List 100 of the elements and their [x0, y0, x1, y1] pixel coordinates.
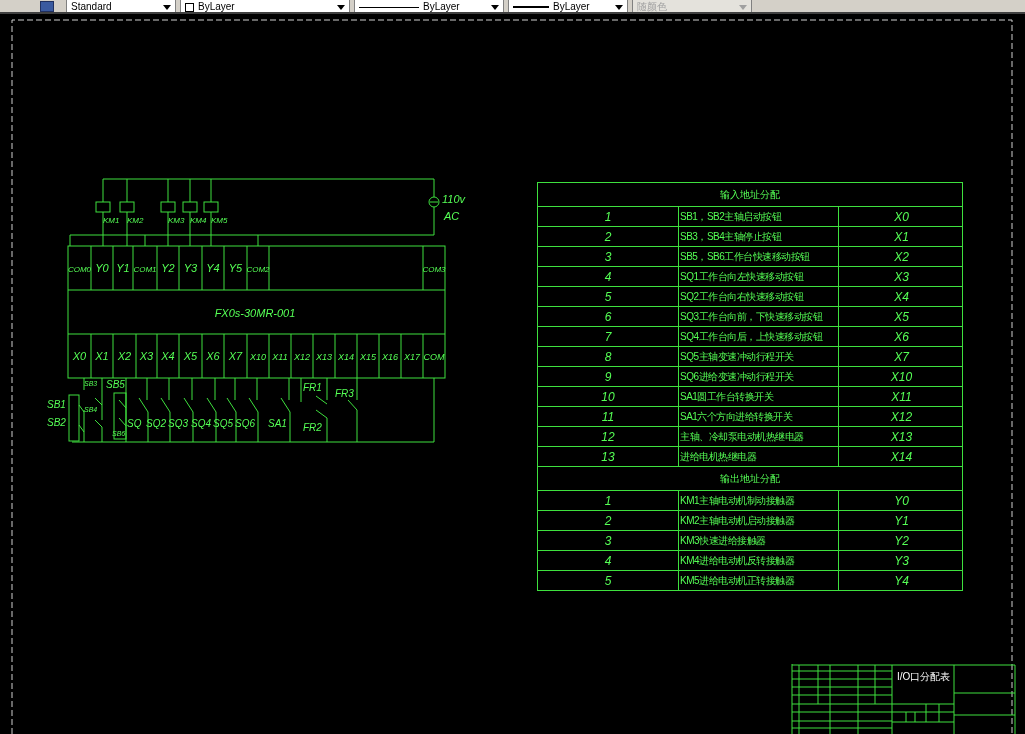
coil-label: KM5: [211, 216, 228, 225]
device-label: FR3: [335, 388, 354, 399]
table-cell: 12: [538, 427, 679, 446]
table-cell-text: X3: [893, 268, 910, 286]
layer-dropdown[interactable]: Standard: [66, 0, 176, 12]
table-cell: 主轴、冷却泵电动机热继电器: [679, 427, 839, 446]
thin-line-icon: [359, 7, 419, 8]
table-cell: KM3快速进给接触器: [679, 531, 839, 550]
terminal-label: X13: [316, 352, 332, 362]
table-cell-text: X6: [893, 328, 910, 346]
terminal-label: X6: [206, 350, 220, 362]
table-cell-text: X1: [893, 228, 910, 246]
terminal-label: X14: [338, 352, 354, 362]
table-cell-text: X13: [889, 428, 914, 446]
device-label: SQ: [127, 418, 142, 429]
table-cell: 2: [538, 511, 679, 530]
layer-dropdown[interactable]: ByLayer: [354, 0, 504, 12]
thick-line-icon: [513, 6, 549, 8]
device-label: SB1: [47, 399, 66, 410]
table-cell: 4: [538, 267, 679, 286]
terminal-label: X16: [382, 352, 398, 362]
table-cell-text: X4: [893, 288, 910, 306]
terminal-label: X15: [360, 352, 376, 362]
table-cell: SB3，SB4主轴停止按钮: [679, 227, 839, 246]
table-cell: 9: [538, 367, 679, 386]
terminal-label: X0: [72, 350, 87, 362]
table-title: 输入地址分配: [538, 183, 962, 207]
terminal-label: Y4: [206, 262, 220, 274]
table-cell-text: X5: [893, 308, 910, 326]
device-label: SQ2: [146, 418, 166, 429]
terminal-label: X12: [294, 352, 310, 362]
coil-label: KM3: [168, 216, 185, 225]
caret-icon: [615, 5, 623, 10]
terminal-label: Y5: [228, 262, 243, 274]
table-cell: 13: [538, 447, 679, 466]
terminal-label: X3: [139, 350, 154, 362]
coil-label: KM2: [127, 216, 144, 225]
device-label: SB5: [106, 379, 125, 390]
terminal-label: X17: [404, 352, 420, 362]
power-voltage-label: 110v: [442, 193, 466, 205]
device-label: FR1: [303, 382, 322, 393]
table-cell: SA1六个方向进给转换开关: [679, 407, 839, 426]
terminal-label: X5: [183, 350, 198, 362]
table-cell-text: Y4: [893, 572, 910, 590]
terminal-label: COM1: [133, 265, 157, 274]
table-cell: 5: [538, 571, 679, 590]
table-cell: 8: [538, 347, 679, 366]
terminal-label: Y3: [183, 262, 198, 274]
table-cell-text: X0: [893, 208, 910, 226]
terminal-label: X2: [117, 350, 132, 362]
table-cell: 4: [538, 551, 679, 570]
table-cell: SQ4工作台向后，上快速移动按钮: [679, 327, 839, 346]
table-cell-text: Y3: [893, 552, 910, 570]
table-cell: 1: [538, 491, 679, 510]
caret-icon: [337, 5, 345, 10]
table-cell: 10: [538, 387, 679, 406]
terminal-label: Y2: [161, 262, 175, 274]
terminal-label: Y1: [116, 262, 130, 274]
text-style-icon[interactable]: [40, 1, 54, 12]
table-cell-text: X12: [889, 408, 914, 426]
device-label: SQ3: [168, 418, 188, 429]
table-cell: SQ3工作台向前，下快速移动按钮: [679, 307, 839, 326]
table-cell: SB5，SB6工作台快速移动按钮: [679, 247, 839, 266]
plc-model-label: FX0s-30MR-001: [214, 307, 296, 319]
device-label: SQ6: [235, 418, 255, 429]
caret-icon: [491, 5, 499, 10]
device-label: SA1: [268, 418, 287, 429]
table-cell: SB1，SB2主轴启动按钮: [679, 207, 839, 226]
table-cell: 11: [538, 407, 679, 426]
table-cell: KM4进给电动机反转接触器: [679, 551, 839, 570]
terminal-label: COM2: [246, 265, 270, 274]
terminal-label: COM: [423, 352, 445, 362]
device-label: SQ4: [191, 418, 211, 429]
layer-dropdown[interactable]: ByLayer: [180, 0, 350, 12]
table-cell-text: X14: [889, 448, 914, 466]
terminal-label: X11: [272, 352, 288, 362]
table-cell-text: X7: [893, 348, 911, 366]
terminal-label: X1: [95, 350, 109, 362]
table-cell-text: Y1: [893, 512, 910, 530]
table-cell: 7: [538, 327, 679, 346]
table-cell: SQ5主轴变速冲动行程开关: [679, 347, 839, 366]
table-cell: SQ1工作台向左快速移动按钮: [679, 267, 839, 286]
coil-label: KM4: [190, 216, 207, 225]
drawing-title: I/O口分配表: [897, 672, 951, 682]
terminal-label: X4: [161, 350, 175, 362]
power-type-label: AC: [444, 210, 460, 222]
table-cell: KM5进给电动机正转接触器: [679, 571, 839, 590]
table-title: 输出地址分配: [538, 467, 962, 491]
layer-dropdown[interactable]: ByLayer: [508, 0, 628, 12]
table-cell: 3: [538, 531, 679, 550]
table-cell: SA1圆工作台转换开关: [679, 387, 839, 406]
table-cell: 进给电机热继电器: [679, 447, 839, 466]
table-cell: 6: [538, 307, 679, 326]
table-cell-text: X10: [889, 368, 914, 386]
terminal-label: Y0: [95, 262, 109, 274]
coil-label: KM1: [103, 216, 120, 225]
table-cell: SQ2工作台向右快速移动按钮: [679, 287, 839, 306]
caret-icon: [163, 5, 171, 10]
device-label: FR2: [303, 422, 322, 433]
table-cell-text: Y2: [893, 532, 910, 550]
